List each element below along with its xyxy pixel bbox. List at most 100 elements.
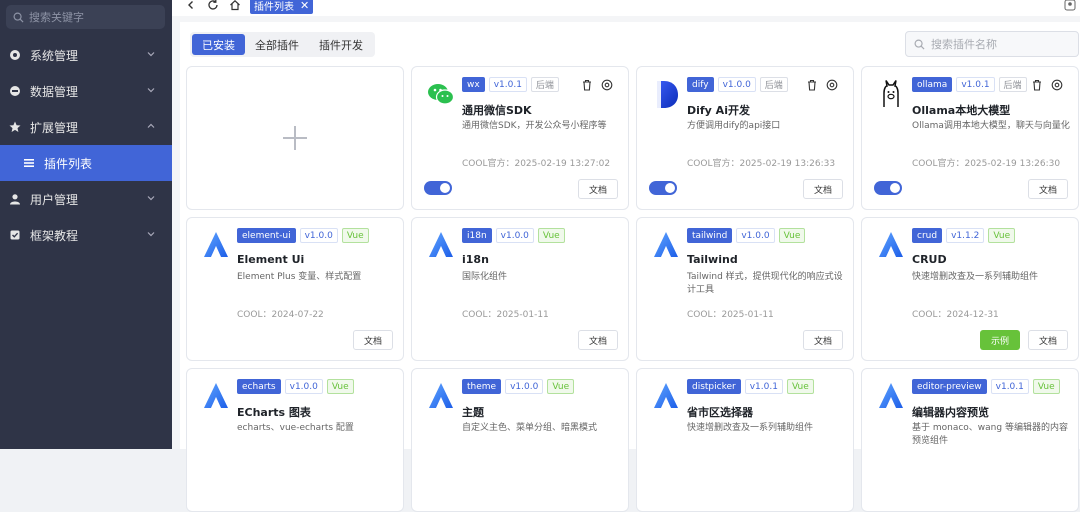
doc-button[interactable]: 文档 (578, 330, 618, 350)
plugin-description: 基于 monaco、wang 等编辑器的内容预览组件 (912, 423, 1068, 446)
plugin-key-tag: wx (462, 77, 485, 92)
book-icon (8, 228, 22, 242)
sidebar-search-input[interactable]: 搜索关键字 (6, 5, 165, 29)
sidebar: 搜索关键字 系统管理 数据管理 扩展管理 插件列表 用户管理 框架教程 (0, 0, 172, 449)
plugin-key-tag: echarts (237, 379, 281, 394)
tab-plugin-dev[interactable]: 插件开发 (309, 34, 373, 55)
doc-button[interactable]: 文档 (1028, 330, 1068, 350)
tab-installed[interactable]: 已安装 (192, 34, 245, 55)
plugin-meta: COOL：2025-01-11 (462, 310, 549, 320)
add-plugin-card[interactable] (186, 66, 404, 210)
type-tag: Vue (988, 228, 1016, 243)
plugin-key-tag: dify (687, 77, 714, 92)
plugin-card: distpicker v1.0.1 Vue 省市区选择器 快速增删改查及一系列辅… (636, 368, 854, 512)
plus-icon (283, 126, 307, 150)
type-tag: Vue (326, 379, 354, 394)
doc-button[interactable]: 文档 (578, 179, 618, 199)
plugin-title: Tailwind (687, 253, 738, 266)
back-icon[interactable] (184, 0, 198, 12)
cool-logo (654, 232, 678, 257)
sidebar-item-tutorial[interactable]: 框架教程 (0, 217, 172, 253)
sidebar-item-extensions[interactable]: 扩展管理 (0, 109, 172, 145)
version-tag: v1.0.0 (299, 228, 338, 243)
close-icon[interactable]: ✕ (300, 0, 309, 12)
plugin-meta: COOL：2024-12-31 (912, 310, 999, 320)
plugin-description: echarts、vue-echarts 配置 (237, 423, 354, 433)
plugin-card: dify v1.0.0 后端 Dify Ai开发 方便调用dify的api接口 … (636, 66, 854, 210)
cool-logo (879, 232, 903, 257)
version-tag: v1.0.0 (284, 379, 323, 394)
sidebar-item-label: 数据管理 (30, 84, 79, 99)
version-tag: v1.0.0 (717, 77, 756, 92)
home-icon[interactable] (228, 0, 242, 12)
demo-button[interactable]: 示例 (980, 330, 1020, 350)
plugin-key-tag: element-ui (237, 228, 296, 243)
plugin-search-placeholder: 搜索插件名称 (931, 38, 997, 51)
tab-plugin-list[interactable]: 插件列表 ✕ (250, 0, 314, 14)
star-icon (8, 120, 22, 134)
plugin-card: echarts v1.0.0 Vue ECharts 图表 echarts、vu… (186, 368, 404, 512)
type-tag: Vue (547, 379, 575, 394)
plugin-key-tag: i18n (462, 228, 492, 243)
settings-icon (8, 48, 22, 62)
type-tag: Vue (1032, 379, 1060, 394)
plugin-title: 通用微信SDK (462, 104, 532, 117)
type-tag: Vue (537, 228, 565, 243)
doc-button[interactable]: 文档 (803, 330, 843, 350)
version-tag: v1.0.1 (488, 77, 527, 92)
enable-toggle[interactable] (424, 181, 452, 195)
plugin-card: wx v1.0.1 后端 通用微信SDK 通用微信SDK，开发公众号小程序等 C… (411, 66, 629, 210)
plugin-meta: COOL：2025-01-11 (687, 310, 774, 320)
sidebar-item-label: 系统管理 (30, 48, 79, 63)
type-tag: Vue (341, 228, 369, 243)
cool-logo (204, 383, 228, 408)
plugin-key-tag: crud (912, 228, 943, 243)
plugin-key-tag: ollama (912, 77, 953, 92)
ollama-logo (883, 80, 899, 107)
version-tag: v1.0.0 (736, 228, 775, 243)
sidebar-item-system[interactable]: 系统管理 (0, 37, 172, 73)
plugin-key-tag: editor-preview (912, 379, 987, 394)
chevron-down-icon (147, 196, 155, 201)
doc-button[interactable]: 文档 (803, 179, 843, 199)
plugin-tabs: 已安装 全部插件 插件开发 (190, 32, 375, 57)
tab-all-plugins[interactable]: 全部插件 (245, 34, 309, 55)
wechat-logo (428, 84, 455, 105)
content-panel: 已安装 全部插件 插件开发 搜索插件名称 wx v1.0.1 后端 通用微信SD… (180, 22, 1080, 512)
sidebar-item-data[interactable]: 数据管理 (0, 73, 172, 109)
delete-icon[interactable] (580, 78, 594, 92)
sidebar-item-users[interactable]: 用户管理 (0, 181, 172, 217)
search-icon (914, 39, 925, 50)
chevron-down-icon (147, 88, 155, 93)
sidebar-item-plugin-list[interactable]: 插件列表 (0, 145, 172, 181)
plugin-description: 快速增删改查及一系列辅助组件 (912, 272, 1039, 282)
cool-logo (654, 383, 678, 408)
plugin-card: theme v1.0.0 Vue 主题 自定义主色、菜单分组、暗黑模式 (411, 368, 629, 512)
plugin-description: 通用微信SDK，开发公众号小程序等 (462, 121, 607, 131)
user-avatar-icon[interactable] (1064, 0, 1076, 14)
version-tag: v1.0.1 (990, 379, 1029, 394)
enable-toggle[interactable] (649, 181, 677, 195)
refresh-icon[interactable] (206, 0, 220, 12)
settings-icon[interactable] (600, 78, 614, 92)
version-tag: v1.0.0 (495, 228, 534, 243)
settings-icon[interactable] (1050, 78, 1064, 92)
chevron-up-icon (147, 123, 155, 128)
plugin-description: Ollama调用本地大模型，聊天与向量化 (912, 121, 1070, 131)
plugin-search-input[interactable]: 搜索插件名称 (905, 31, 1079, 57)
delete-icon[interactable] (1030, 78, 1044, 92)
plugin-meta: COOL官方：2025-02-19 13:26:33 (687, 159, 836, 169)
doc-button[interactable]: 文档 (1028, 179, 1068, 199)
plugin-title: 省市区选择器 (687, 406, 753, 419)
delete-icon[interactable] (805, 78, 819, 92)
plugin-card: element-ui v1.0.0 Vue Element Ui Element… (186, 217, 404, 361)
type-tag: 后端 (759, 77, 788, 92)
sidebar-item-label: 扩展管理 (30, 120, 79, 135)
plugin-card: i18n v1.0.0 Vue i18n 国际化组件 COOL：2025-01-… (411, 217, 629, 361)
plugin-meta: COOL官方：2025-02-19 13:27:02 (462, 159, 611, 169)
settings-icon[interactable] (825, 78, 839, 92)
doc-button[interactable]: 文档 (353, 330, 393, 350)
enable-toggle[interactable] (874, 181, 902, 195)
plugin-description: 快速增删改查及一系列辅助组件 (687, 423, 814, 433)
sidebar-item-label: 框架教程 (30, 228, 79, 243)
